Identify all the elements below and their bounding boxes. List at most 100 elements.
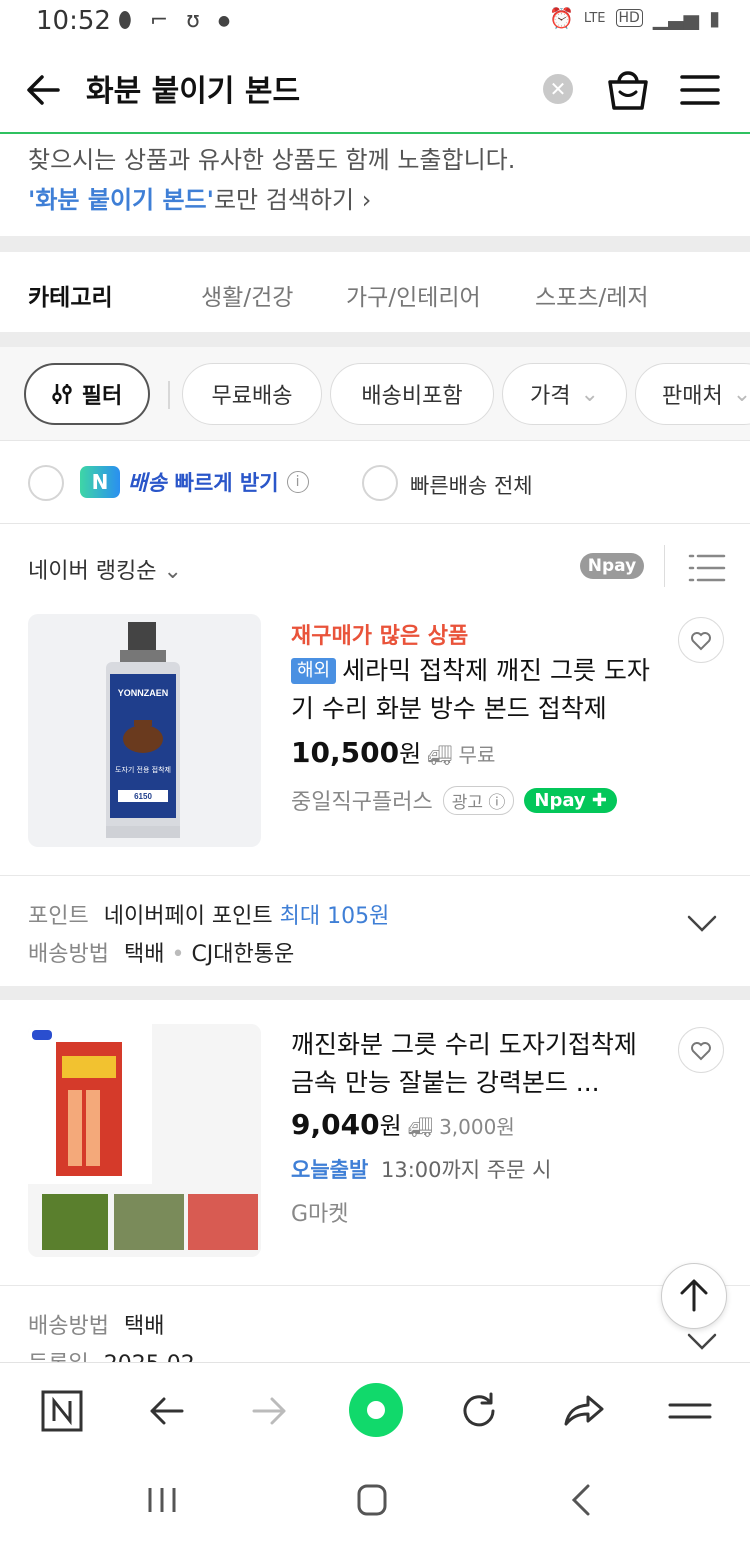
npay-filter-toggle[interactable]: Npay	[580, 553, 644, 579]
heart-icon	[691, 1042, 711, 1061]
product-title: 깨진화분 그릇 수리 도자기접착제 금속 만능 잘붙는 강력본드 ...	[291, 1030, 637, 1097]
dot-icon: ●	[217, 12, 231, 29]
notification-icon: ⌐	[149, 8, 169, 33]
category-label: 카테고리	[28, 285, 113, 311]
exact-search-link[interactable]: '화분 붙이기 본드'로만 검색하기 ›	[28, 180, 728, 215]
shipping-info: 배송방법 택배 • CJ대한통운	[28, 942, 295, 967]
browser-back-button[interactable]	[140, 1385, 192, 1437]
alarm-icon: ⏰	[549, 6, 574, 30]
scroll-to-top-button[interactable]	[661, 1263, 727, 1329]
search-header: 화분 붙이기 본드 ✕	[0, 46, 750, 134]
all-fast-delivery-label[interactable]: 빠른배송 전체	[410, 470, 533, 500]
today-dispatch-label: 오늘출발	[291, 1158, 369, 1182]
app-icon: ʊ	[186, 8, 200, 33]
hd-icon: HD	[615, 9, 643, 27]
shipping-fee: 3,000원	[439, 1115, 515, 1139]
section-divider	[0, 986, 750, 1000]
truck-icon: 🚚︎	[427, 743, 453, 767]
section-divider	[0, 332, 750, 347]
wishlist-button[interactable]	[678, 1027, 724, 1073]
delivery-label: 배송	[128, 471, 167, 495]
npay-plus-badge: Npay ✚	[524, 787, 618, 813]
all-fast-delivery-radio[interactable]	[362, 465, 398, 501]
filter-button[interactable]: 필터	[24, 363, 150, 425]
category-item-furniture[interactable]: 가구/인테리어	[346, 278, 481, 312]
chevron-down-icon	[687, 1333, 717, 1350]
signal-icon: ▁▃▅	[652, 6, 699, 30]
truck-icon: 🚚︎	[407, 1115, 434, 1139]
clear-search-button[interactable]: ✕	[543, 74, 573, 104]
browser-forward-button[interactable]	[244, 1385, 296, 1437]
product-thumbnail[interactable]: YONNZAEN 도자기 전용 접착제 6150	[28, 614, 261, 847]
wishlist-button[interactable]	[678, 617, 724, 663]
seller-row: 중일직구플러스 광고 ⓘ Npay ✚	[291, 784, 618, 816]
chevron-right-icon: ›	[361, 186, 372, 214]
system-nav-bar	[0, 1458, 750, 1542]
pill-icon: ⬮	[118, 8, 132, 33]
ship-value: 택배	[123, 942, 165, 967]
green-dot-button[interactable]	[349, 1383, 403, 1437]
today-dispatch-detail: 13:00까지 주문 시	[380, 1158, 552, 1182]
fast-delivery-option[interactable]: N 배송 빠르게 받기 i	[80, 466, 309, 498]
chevron-left-icon	[571, 1484, 590, 1516]
seller-name[interactable]: G마켓	[291, 1196, 349, 1228]
close-icon: ✕	[549, 77, 567, 101]
info-icon[interactable]: i	[286, 471, 309, 493]
browser-toolbar	[0, 1362, 750, 1458]
sort-dropdown[interactable]: 네이버 랭킹순 ⌄	[28, 553, 182, 585]
refresh-button[interactable]	[453, 1385, 505, 1437]
system-back-button[interactable]	[560, 1478, 604, 1526]
hamburger-icon	[680, 75, 720, 105]
recent-apps-icon	[148, 1488, 176, 1512]
battery-icon: ▮	[708, 6, 720, 30]
seller-name[interactable]: 중일직구플러스	[291, 784, 433, 816]
cart-button[interactable]	[604, 64, 652, 114]
back-button[interactable]	[20, 66, 68, 114]
expand-details-button[interactable]	[686, 912, 718, 938]
reg-key: 등록일	[28, 1352, 89, 1362]
adhesive-tube-image: YONNZAEN 도자기 전용 접착제 6150	[106, 622, 180, 838]
point-value: 네이버페이 포인트	[103, 904, 273, 929]
product-title-link[interactable]: 깨진화분 그릇 수리 도자기접착제 금속 만능 잘붙는 강력본드 ...	[291, 1026, 651, 1102]
browser-menu-button[interactable]	[664, 1385, 716, 1437]
product-title: 세라믹 접착제 깨진 그릇 도자기 수리 화분 방수 본드 접착제	[291, 656, 650, 723]
chevron-down-icon	[687, 915, 717, 932]
sort-label: 네이버 랭킹순	[28, 559, 157, 584]
chip-free-shipping[interactable]: 무료배송	[182, 363, 322, 425]
divider	[0, 1285, 750, 1286]
n-delivery-icon: N	[80, 466, 120, 498]
expand-details-button[interactable]	[686, 1330, 718, 1356]
status-bar: 10:52 ⬮ ⌐ ʊ ● ⏰ LTE HD ▁▃▅ ▮	[0, 0, 750, 46]
delivery-options: N 배송 빠르게 받기 i 빠른배송 전체	[0, 442, 750, 524]
chip-seller[interactable]: 판매처 ⌄	[635, 363, 750, 425]
ship-carrier: CJ대한통운	[191, 942, 295, 967]
chip-shipping-included[interactable]: 배송비포함	[330, 363, 494, 425]
category-item-sports[interactable]: 스포츠/레저	[535, 278, 649, 312]
shopping-bag-icon	[608, 71, 648, 110]
chip-price[interactable]: 가격 ⌄	[502, 363, 627, 425]
refresh-icon	[463, 1392, 495, 1427]
arrow-left-icon	[27, 75, 60, 105]
point-max: 최대 105원	[279, 904, 390, 929]
product-title-link[interactable]: 해외 세라믹 접착제 깨진 그릇 도자기 수리 화분 방수 본드 접착제	[291, 652, 661, 728]
similar-items-notice: 찾으시는 상품과 유사한 상품도 함께 노출합니다. '화분 붙이기 본드'로만…	[28, 140, 728, 215]
naver-home-button[interactable]	[36, 1385, 88, 1437]
category-item-health[interactable]: 생활/건강	[201, 278, 293, 312]
list-view-button[interactable]	[688, 553, 726, 583]
fast-delivery-radio[interactable]	[28, 465, 64, 501]
product-thumbnail[interactable]	[28, 1024, 261, 1257]
menu-button[interactable]	[680, 70, 720, 110]
reg-value: 2025.02.	[104, 1352, 202, 1362]
heart-icon	[691, 632, 711, 651]
search-query-input[interactable]: 화분 붙이기 본드	[86, 66, 300, 110]
ad-badge[interactable]: 광고 ⓘ	[442, 785, 515, 815]
product-price: 10,500원	[291, 734, 421, 769]
share-button[interactable]	[558, 1385, 610, 1437]
home-icon	[357, 1484, 387, 1516]
recent-apps-button[interactable]	[140, 1478, 184, 1526]
home-button[interactable]	[350, 1478, 394, 1526]
registration-info: 등록일 2025.02.	[28, 1346, 202, 1362]
filter-bar: 필터 무료배송 배송비포함 가격 ⌄ 판매처 ⌄	[0, 347, 750, 441]
sort-row: 네이버 랭킹순 ⌄ Npay	[0, 525, 750, 609]
chip-label: 무료배송	[211, 384, 293, 409]
